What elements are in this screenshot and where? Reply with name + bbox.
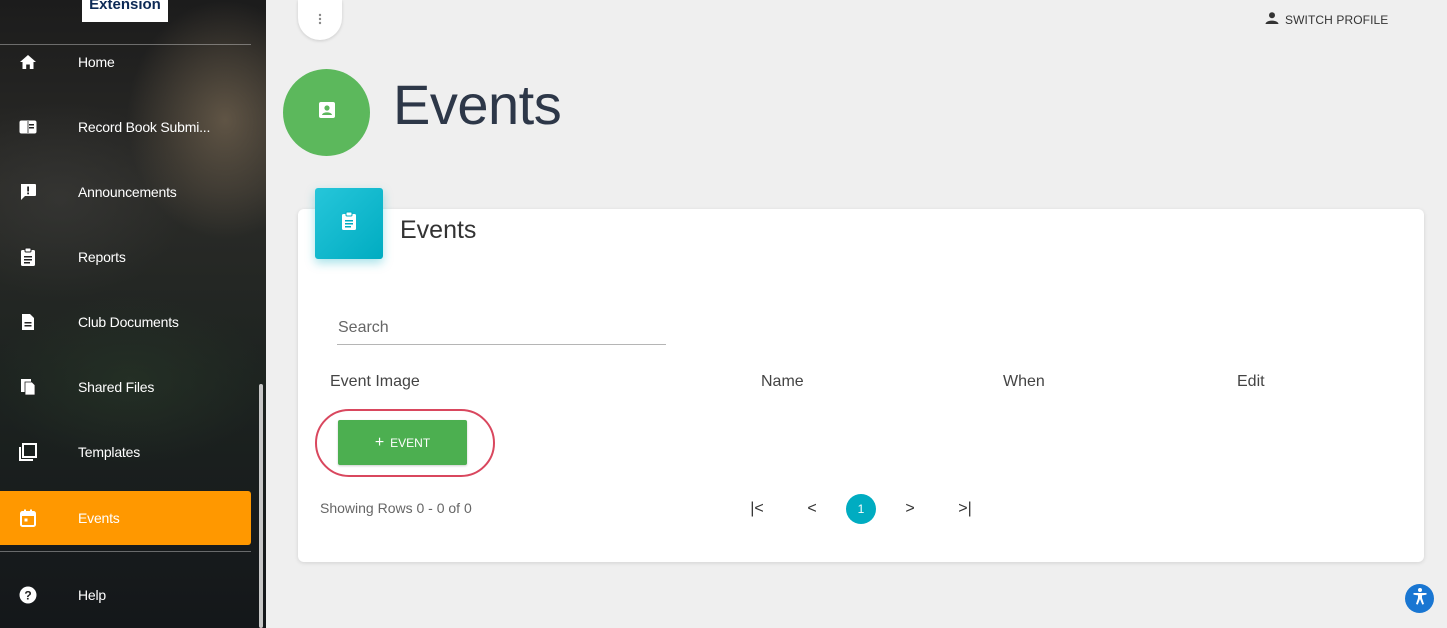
sidebar-item-reports[interactable]: Reports: [0, 230, 251, 284]
prev-page-button[interactable]: <: [797, 494, 827, 524]
sidebar-item-record-book[interactable]: Record Book Submi...: [0, 100, 251, 154]
accessibility-icon: [1411, 587, 1429, 610]
calendar-icon: [18, 508, 38, 528]
sidebar-item-label: Help: [78, 587, 106, 603]
help-icon: ?: [18, 585, 38, 605]
sidebar-item-label: Club Documents: [78, 314, 179, 330]
rows-info: Showing Rows 0 - 0 of 0: [320, 500, 472, 516]
column-header-edit[interactable]: Edit: [1237, 373, 1265, 391]
sidebar-item-label: Reports: [78, 249, 126, 265]
chevron-left-icon: <: [807, 500, 817, 517]
add-event-button[interactable]: + EVENT: [338, 420, 467, 465]
sidebar-item-help[interactable]: ? Help: [0, 568, 251, 622]
sidebar: Extension Home Record Book Submi... Anno…: [0, 0, 266, 628]
more-menu-button[interactable]: [298, 0, 342, 40]
sidebar-item-label: Announcements: [78, 184, 177, 200]
search-input[interactable]: [337, 312, 666, 345]
template-icon: [18, 442, 38, 462]
files-icon: [18, 377, 38, 397]
column-header-when[interactable]: When: [1003, 373, 1045, 391]
column-header-event-image[interactable]: Event Image: [330, 373, 420, 391]
sidebar-item-home[interactable]: Home: [0, 35, 251, 89]
svg-text:?: ?: [24, 589, 31, 603]
next-page-button[interactable]: >: [895, 494, 925, 524]
card-title: Events: [400, 216, 477, 244]
sidebar-item-label: Record Book Submi...: [78, 119, 211, 135]
clipboard-icon: [341, 211, 357, 236]
page-icon: [283, 69, 370, 156]
plus-icon: +: [374, 433, 385, 451]
switch-profile-label: SWITCH PROFILE: [1285, 12, 1389, 27]
sidebar-item-templates[interactable]: Templates: [0, 425, 251, 479]
column-header-name[interactable]: Name: [761, 373, 804, 391]
document-icon: [18, 312, 38, 332]
first-page-icon: |<: [750, 500, 764, 517]
extension-logo: Extension: [82, 0, 168, 22]
accessibility-button[interactable]: [1405, 584, 1434, 613]
sidebar-item-label: Home: [78, 54, 115, 70]
announcement-icon: [18, 182, 38, 202]
home-icon: [18, 52, 38, 72]
sidebar-item-label: Shared Files: [78, 379, 155, 395]
chevron-right-icon: >: [905, 500, 915, 517]
book-icon: [18, 117, 38, 137]
first-page-button[interactable]: |<: [742, 494, 772, 524]
last-page-icon: >|: [958, 500, 972, 517]
person-icon: [1265, 12, 1279, 27]
page-title: Events: [393, 73, 562, 136]
page-1-button[interactable]: 1: [846, 494, 876, 524]
sidebar-item-announcements[interactable]: Announcements: [0, 165, 251, 219]
sidebar-item-club-documents[interactable]: Club Documents: [0, 295, 251, 349]
sidebar-item-events[interactable]: Events: [0, 491, 251, 545]
page-number: 1: [857, 502, 865, 516]
sidebar-divider: [0, 551, 251, 552]
add-event-label: EVENT: [390, 435, 431, 450]
sidebar-scrollbar[interactable]: [259, 384, 263, 628]
switch-profile-button[interactable]: SWITCH PROFILE: [1265, 12, 1388, 27]
more-vert-icon: [318, 13, 322, 28]
sidebar-item-shared-files[interactable]: Shared Files: [0, 360, 251, 414]
card-icon: [315, 188, 383, 259]
sidebar-item-label: Templates: [78, 444, 141, 460]
clipboard-icon: [18, 247, 38, 267]
sidebar-item-label: Events: [78, 510, 120, 526]
contact-card-icon: [318, 101, 336, 124]
last-page-button[interactable]: >|: [950, 494, 980, 524]
